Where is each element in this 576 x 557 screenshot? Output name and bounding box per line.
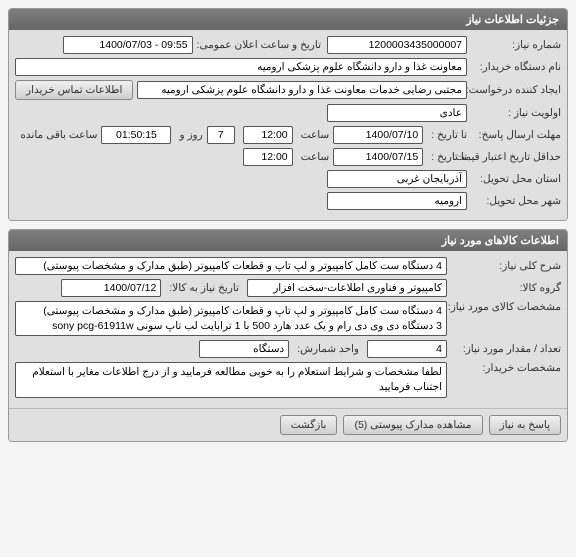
desc-field: 4 دستگاه ست کامل کامپیوتر و لپ تاپ و قطع… <box>15 257 447 275</box>
group-label: گروه کالا: <box>447 282 561 294</box>
reply-button[interactable]: پاسخ به نیاز <box>489 415 561 435</box>
deadline-date-field: 1400/07/10 <box>333 126 423 144</box>
spec-label: مشخصات کالای مورد نیاز: <box>447 301 561 313</box>
countdown-field: 01:50:15 <box>101 126 171 144</box>
validity-to-label: تا تاریخ : <box>427 151 467 163</box>
panel2-header: اطلاعات کالاهای مورد نیاز <box>9 230 567 251</box>
notes-field: لطفا مشخصات و شرایط استعلام را به خوبی م… <box>15 362 447 397</box>
deadline-hour-label: ساعت <box>297 129 330 141</box>
province-label: استان محل تحویل: <box>467 173 561 185</box>
city-label: شهر محل تحویل: <box>467 195 561 207</box>
deadline-to-label: تا تاریخ : <box>427 129 467 141</box>
days-remaining-field: 7 <box>207 126 235 144</box>
org-name-label: نام دستگاه خریدار: <box>467 61 561 73</box>
panel2-title: اطلاعات کالاهای مورد نیاز <box>442 234 559 247</box>
panel1-body: شماره نیاز: 1200003435000007 تاريخ و ساع… <box>9 30 567 220</box>
requester-field: مجتبی رضایی خدمات معاونت غذا و دارو دانش… <box>137 81 467 99</box>
back-button[interactable]: بازگشت <box>280 415 338 435</box>
goods-info-panel: اطلاعات کالاهای مورد نیاز شرح کلی نیاز: … <box>8 229 568 442</box>
deadline-hour-field: 12:00 <box>243 126 293 144</box>
validity-hour-field: 12:00 <box>243 148 293 166</box>
request-number-field: 1200003435000007 <box>327 36 467 54</box>
panel1-title: جزئیات اطلاعات نیاز <box>466 13 559 26</box>
footer-buttons: پاسخ به نیاز مشاهده مدارک پیوستی (5) باز… <box>9 408 567 441</box>
request-details-panel: جزئیات اطلاعات نیاز شماره نیاز: 12000034… <box>8 8 568 221</box>
panel1-header: جزئیات اطلاعات نیاز <box>9 9 567 30</box>
unit-field: دستگاه <box>199 340 289 358</box>
panel2-body: شرح کلی نیاز: 4 دستگاه ست کامل کامپیوتر … <box>9 251 567 408</box>
requester-label: ایجاد کننده درخواست: <box>467 84 561 96</box>
countdown-label: ساعت باقی مانده <box>16 129 97 141</box>
qty-label: تعداد / مقدار مورد نیاز: <box>447 343 561 355</box>
notes-label: مشخصات خریدار: <box>447 362 561 374</box>
spec-field: 4 دستگاه ست کامل کامپیوتر و لپ تاپ و قطع… <box>15 301 447 336</box>
qty-field: 4 <box>367 340 447 358</box>
need-date-label: تاریخ نیاز به کالا: <box>165 282 239 294</box>
request-number-label: شماره نیاز: <box>467 39 561 51</box>
announce-date-label: تاريخ و ساعت اعلان عمومی: <box>193 39 321 51</box>
deadline-label: مهلت ارسال پاسخ: <box>467 129 561 141</box>
city-field: ارومیه <box>327 192 467 210</box>
group-field: کامپیوتر و فناوری اطلاعات-سخت افزار <box>247 279 447 297</box>
priority-label: اولویت نیاز : <box>467 107 561 119</box>
contact-buyer-button[interactable]: اطلاعات تماس خریدار <box>15 80 133 100</box>
validity-hour-label: ساعت <box>297 151 330 163</box>
priority-field: عادی <box>327 104 467 122</box>
desc-label: شرح کلی نیاز: <box>447 260 561 272</box>
announce-date-field: 09:55 - 1400/07/03 <box>63 36 193 54</box>
view-attachments-button[interactable]: مشاهده مدارک پیوستی (5) <box>343 415 482 435</box>
province-field: آذربایجان غربی <box>327 170 467 188</box>
days-remaining-label: روز و <box>175 129 202 141</box>
need-date-field: 1400/07/12 <box>61 279 161 297</box>
validity-label: حداقل تاریخ اعتبار قیمت: <box>467 151 561 163</box>
validity-date-field: 1400/07/15 <box>333 148 423 166</box>
org-name-field: معاونت غذا و دارو دانشگاه علوم پزشکی ارو… <box>15 58 467 76</box>
unit-label: واحد شمارش: <box>293 343 359 355</box>
